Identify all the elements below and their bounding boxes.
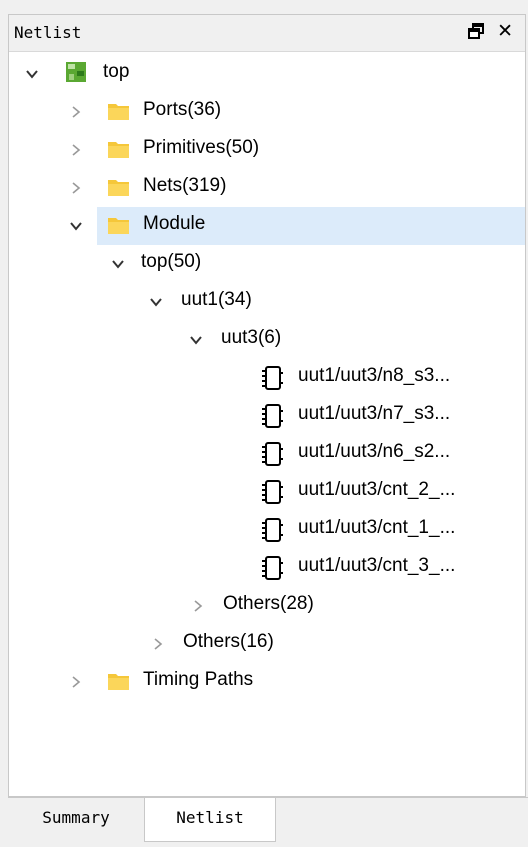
bottom-tab-bar: Summary Netlist <box>8 797 528 847</box>
tree-item-label: Ports(36) <box>143 99 222 120</box>
tree-item-top50[interactable]: top(50) <box>9 245 525 283</box>
chevron-down-icon[interactable] <box>149 295 163 309</box>
tree-item-cell[interactable]: uut1/uut3/n8_s3... <box>9 359 525 397</box>
netlist-tree: top Ports(36) Primitives(50) Nets(319) M… <box>9 55 525 796</box>
tree-item-label: uut1(34) <box>181 289 252 310</box>
close-icon[interactable]: ✕ <box>497 21 513 41</box>
tree-item-module[interactable]: Module <box>70 207 525 245</box>
tree-item-timing-paths[interactable]: Timing Paths <box>9 663 525 701</box>
tree-item-label: Primitives(50) <box>143 137 260 158</box>
tree-item-label: Others(16) <box>183 631 274 652</box>
tree-item-uut3[interactable]: uut3(6) <box>9 321 525 359</box>
chevron-right-icon[interactable] <box>69 675 83 689</box>
design-icon <box>66 62 86 82</box>
tree-item-others16[interactable]: Others(16) <box>9 625 525 663</box>
tree-item-label: uut1/uut3/cnt_2_... <box>298 479 456 500</box>
tree-item-ports[interactable]: Ports(36) <box>9 93 525 131</box>
tree-item-nets[interactable]: Nets(319) <box>9 169 525 207</box>
tree-item-top[interactable]: top <box>9 55 525 93</box>
tree-item-label: Timing Paths <box>143 669 254 690</box>
tree-item-label: top(50) <box>141 251 202 272</box>
chevron-down-icon[interactable] <box>111 257 125 271</box>
tree-item-label: uut1/uut3/cnt_1_... <box>298 517 456 538</box>
panel-titlebar: Netlist ✕ <box>9 15 525 52</box>
tree-item-label: Others(28) <box>223 593 314 614</box>
chip-icon <box>262 518 283 542</box>
chip-icon <box>262 366 283 390</box>
tree-item-cell[interactable]: uut1/uut3/n7_s3... <box>9 397 525 435</box>
tree-item-cell[interactable]: uut1/uut3/cnt_3_... <box>9 549 525 587</box>
folder-icon <box>108 142 129 158</box>
chip-icon <box>262 480 283 504</box>
chevron-right-icon[interactable] <box>69 181 83 195</box>
tree-item-label: top <box>103 61 130 82</box>
netlist-panel: Netlist ✕ top Ports(36) Primitives(50) N… <box>8 14 526 797</box>
tree-item-uut1[interactable]: uut1(34) <box>9 283 525 321</box>
folder-icon <box>108 674 129 690</box>
chip-icon <box>262 404 283 428</box>
folder-icon <box>108 104 129 120</box>
chevron-right-icon[interactable] <box>69 143 83 157</box>
chevron-down-icon[interactable] <box>189 333 203 347</box>
tree-item-primitives[interactable]: Primitives(50) <box>9 131 525 169</box>
chevron-down-icon[interactable] <box>25 67 39 81</box>
tab-summary[interactable]: Summary <box>8 798 144 842</box>
tree-item-cell[interactable]: uut1/uut3/cnt_1_... <box>9 511 525 549</box>
chevron-down-icon[interactable] <box>69 219 83 233</box>
tree-item-cell[interactable]: uut1/uut3/n6_s2... <box>9 435 525 473</box>
panel-title: Netlist <box>14 23 82 42</box>
tree-item-label: Module <box>143 213 206 234</box>
chevron-right-icon[interactable] <box>191 599 205 613</box>
chevron-right-icon[interactable] <box>151 637 165 651</box>
float-window-icon[interactable] <box>468 23 485 40</box>
chevron-right-icon[interactable] <box>69 105 83 119</box>
folder-icon <box>108 218 129 234</box>
tree-item-others28[interactable]: Others(28) <box>9 587 525 625</box>
tree-item-label: uut1/uut3/cnt_3_... <box>298 555 456 576</box>
tree-item-label: uut1/uut3/n6_s2... <box>298 441 451 462</box>
chip-icon <box>262 442 283 466</box>
tree-item-label: uut1/uut3/n8_s3... <box>298 365 451 386</box>
tree-item-label: uut3(6) <box>221 327 282 348</box>
chip-icon <box>262 556 283 580</box>
tree-item-label: Nets(319) <box>143 175 227 196</box>
tree-item-cell[interactable]: uut1/uut3/cnt_2_... <box>9 473 525 511</box>
tree-item-label: uut1/uut3/n7_s3... <box>298 403 451 424</box>
folder-icon <box>108 180 129 196</box>
tab-netlist[interactable]: Netlist <box>144 798 276 842</box>
